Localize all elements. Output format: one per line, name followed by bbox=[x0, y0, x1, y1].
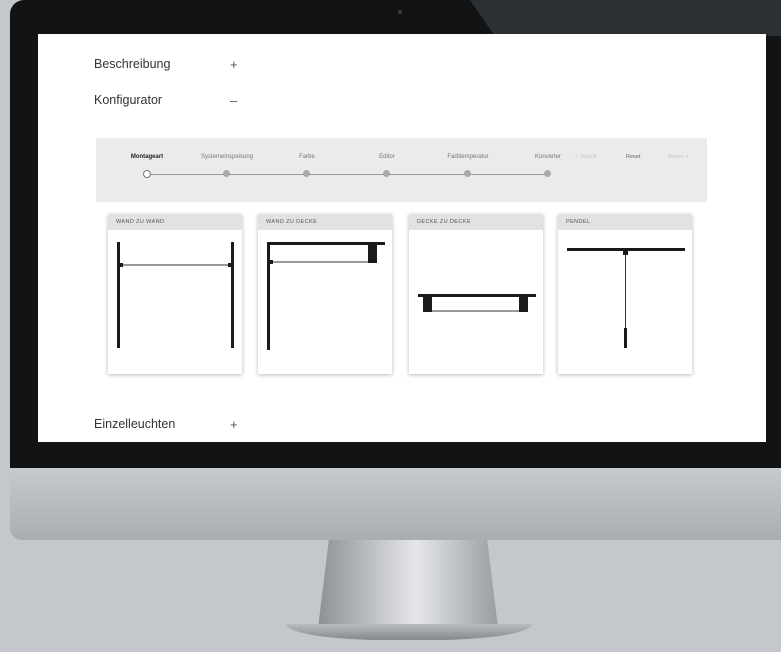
expand-icon[interactable]: + bbox=[230, 57, 238, 72]
configurator-stepper: Montageart Systemeinspeisung Farbe Edito… bbox=[96, 138, 707, 202]
mounting-option-ceiling-to-ceiling[interactable]: DECKE ZU DECKE bbox=[409, 214, 543, 374]
step-dot[interactable] bbox=[303, 170, 310, 177]
card-title: WAND ZU DECKE bbox=[258, 214, 392, 230]
reset-button[interactable]: Reset bbox=[626, 154, 640, 160]
screen: Beschreibung + Konfigurator – Montageart… bbox=[38, 34, 766, 442]
card-title: PENDEL bbox=[558, 214, 692, 230]
step-dot[interactable] bbox=[544, 170, 551, 177]
mounting-option-wall-to-wall[interactable]: WAND ZU WAND bbox=[108, 214, 242, 374]
accordion-konfigurator[interactable]: Konfigurator – bbox=[94, 90, 237, 110]
card-title: WAND ZU WAND bbox=[108, 214, 242, 230]
wall-to-wall-icon bbox=[117, 242, 234, 348]
mounting-option-wall-to-ceiling[interactable]: WAND ZU DECKE bbox=[258, 214, 392, 374]
step-montageart[interactable]: Montageart bbox=[102, 154, 192, 160]
step-dot[interactable] bbox=[464, 170, 471, 177]
step-dot[interactable] bbox=[383, 170, 390, 177]
mounting-option-pendant[interactable]: PENDEL bbox=[558, 214, 692, 374]
bezel-reflection bbox=[470, 0, 781, 36]
collapse-icon[interactable]: – bbox=[230, 93, 237, 108]
card-title: DECKE ZU DECKE bbox=[409, 214, 543, 230]
monitor-stand bbox=[318, 540, 498, 628]
step-dot[interactable] bbox=[223, 170, 230, 177]
back-button[interactable]: < Zurück bbox=[575, 154, 597, 160]
accordion-title: Konfigurator bbox=[94, 93, 163, 107]
accordion-title: Einzelleuchten bbox=[94, 417, 176, 431]
pendant-icon bbox=[567, 248, 685, 348]
next-button[interactable]: Weiter > bbox=[668, 154, 689, 160]
accordion-title: Beschreibung bbox=[94, 57, 171, 71]
wall-to-ceiling-icon bbox=[267, 242, 385, 350]
accordion-beschreibung[interactable]: Beschreibung + bbox=[94, 54, 238, 74]
monitor-chin bbox=[10, 468, 781, 540]
camera-icon bbox=[398, 10, 402, 14]
stepper-track bbox=[147, 174, 549, 175]
expand-icon[interactable]: + bbox=[230, 417, 238, 432]
step-systemeinspeisung[interactable]: Systemeinspeisung bbox=[182, 154, 272, 160]
monitor-stand-base bbox=[286, 624, 532, 640]
accordion-einzelleuchten[interactable]: Einzelleuchten + bbox=[94, 414, 238, 434]
step-farbtemperatur[interactable]: Farbtemperatur bbox=[423, 154, 513, 160]
step-dot-current[interactable] bbox=[143, 170, 151, 178]
step-editor[interactable]: Editor bbox=[342, 154, 432, 160]
step-farbe[interactable]: Farbe bbox=[262, 154, 352, 160]
ceiling-to-ceiling-icon bbox=[418, 294, 536, 312]
